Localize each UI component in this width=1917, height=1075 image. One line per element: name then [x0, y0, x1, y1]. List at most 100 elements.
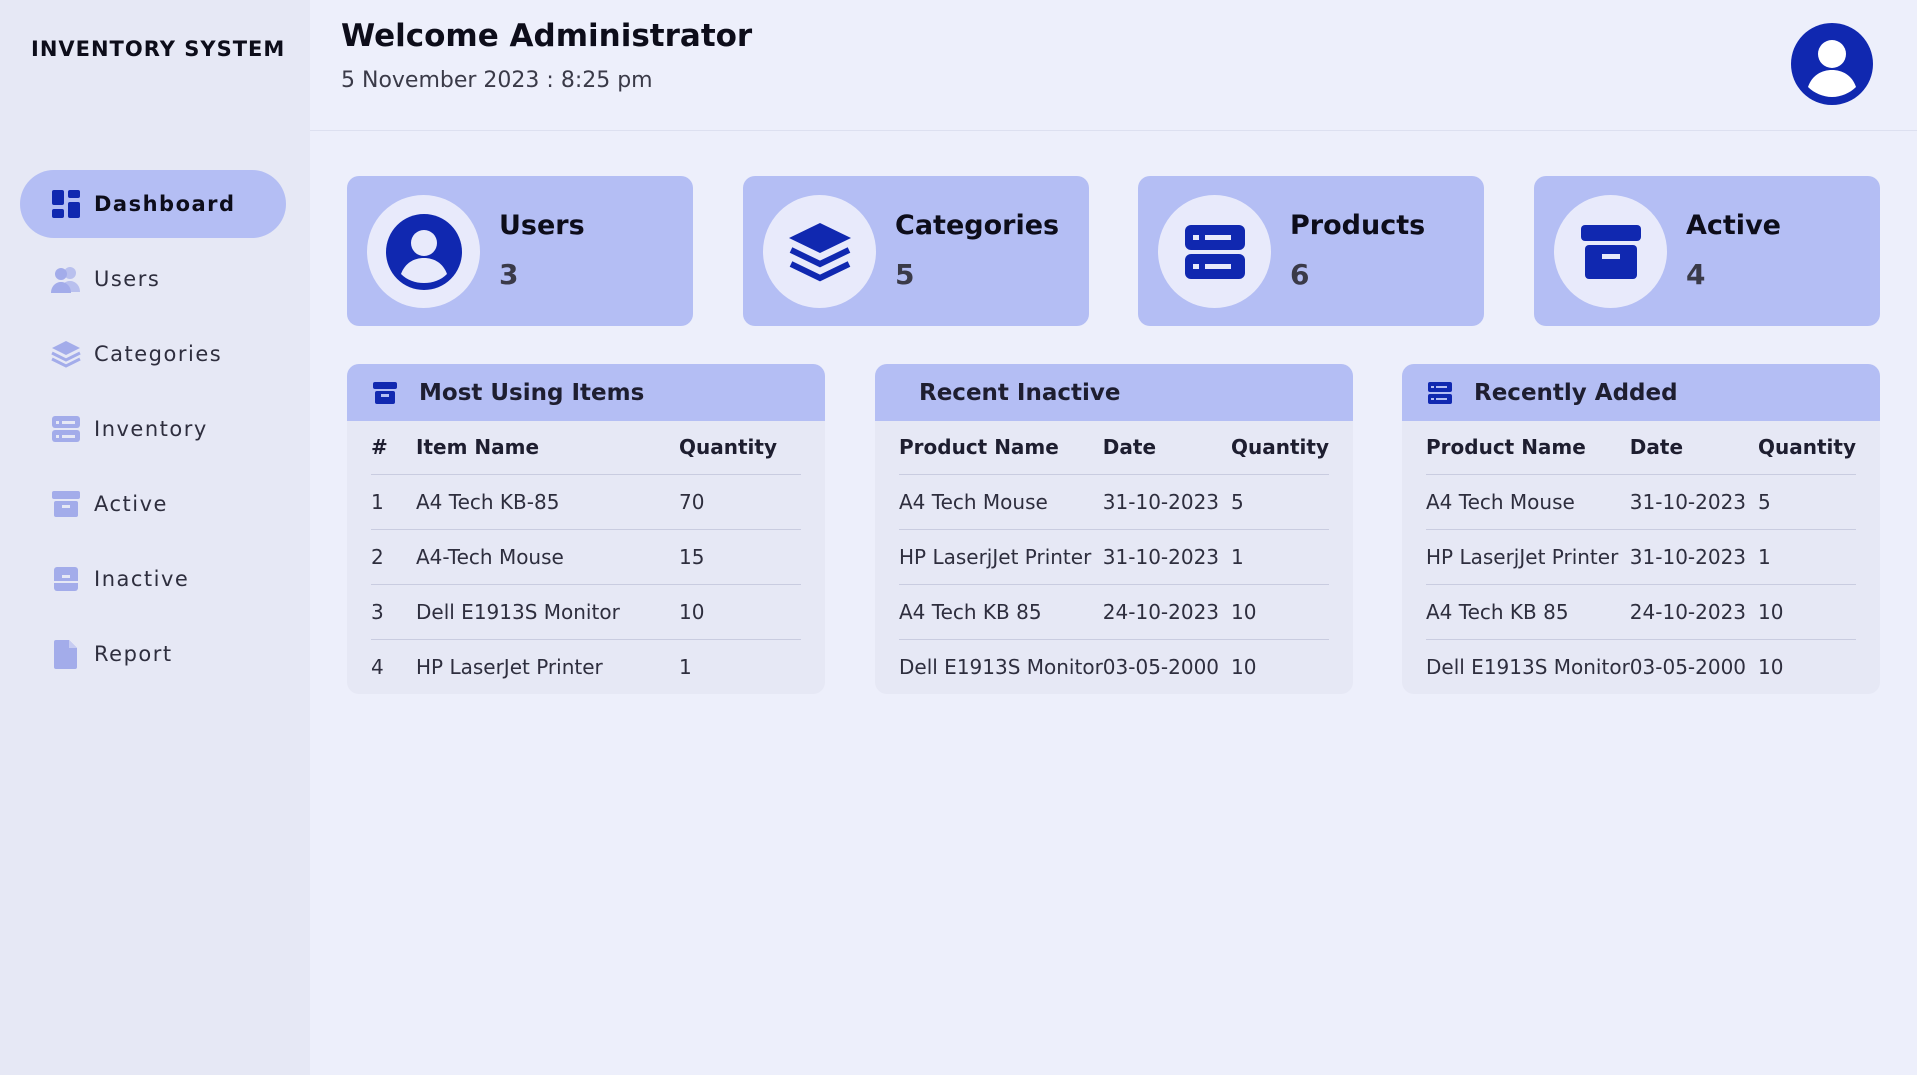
table-cell: 31-10-2023	[1102, 474, 1231, 530]
sidebar-item-label: Report	[94, 642, 173, 666]
column-header: Product Name	[899, 421, 1103, 475]
table-cell: 31-10-2023	[1102, 529, 1231, 585]
stat-card-users[interactable]: Users 3	[347, 176, 693, 326]
sidebar-item-label: Inventory	[94, 417, 208, 441]
sidebar-item-active[interactable]: Active	[20, 470, 286, 538]
table-row[interactable]: 3 Dell E1913S Monitor 10	[371, 584, 801, 640]
server-icon	[1426, 379, 1454, 407]
archive-icon	[50, 488, 82, 520]
sidebar-item-inventory[interactable]: Inventory	[20, 395, 286, 463]
table-cell: 10	[1231, 639, 1329, 694]
archive-icon	[371, 379, 399, 407]
table-cell: HP LaserjJet Printer	[899, 529, 1103, 585]
datetime-label: 5 November 2023 : 8:25 pm	[341, 68, 653, 93]
table-row[interactable]: Dell E1913S Monitor 03-05-2000 10	[899, 639, 1329, 694]
stat-value: 6	[1290, 258, 1310, 291]
table-cell: 5	[1231, 474, 1329, 530]
column-header: Quantity	[679, 421, 801, 475]
document-icon	[50, 638, 82, 670]
table-cell: 10	[1758, 639, 1856, 694]
table-cell: Dell E1913S Monitor	[899, 639, 1103, 694]
panel-header: Recent Inactive	[875, 364, 1353, 421]
column-header: Date	[1102, 421, 1231, 475]
stat-card-active[interactable]: Active 4	[1534, 176, 1880, 326]
user-avatar-icon[interactable]	[1791, 23, 1873, 105]
table-row[interactable]: 4 HP LaserJet Printer 1	[371, 639, 801, 694]
table-cell: 70	[679, 474, 801, 530]
stat-card-categories[interactable]: Categories 5	[743, 176, 1089, 326]
stat-card-products[interactable]: Products 6	[1138, 176, 1484, 326]
sidebar-item-label: Dashboard	[94, 192, 236, 216]
table-cell: 2	[371, 529, 416, 585]
recent-inactive-panel: Recent Inactive Product Name Date Quanti…	[875, 364, 1353, 694]
user-icon	[367, 195, 480, 308]
column-header: Quantity	[1758, 421, 1856, 475]
most-using-table: # Item Name Quantity 1 A4 Tech KB-85 70 …	[371, 421, 801, 694]
table-cell: HP LaserjJet Printer	[1426, 529, 1630, 585]
archive-icon	[1554, 195, 1667, 308]
sidebar: INVENTORY SYSTEM Dashboard Users Categor…	[0, 0, 310, 1075]
table-header-row: Product Name Date Quantity	[1426, 421, 1856, 475]
table-cell: 4	[371, 639, 416, 694]
panel-title: Recently Added	[1474, 379, 1678, 406]
table-row[interactable]: A4 Tech Mouse 31-10-2023 5	[899, 474, 1329, 530]
table-row[interactable]: 2 A4-Tech Mouse 15	[371, 529, 801, 585]
column-header: Product Name	[1426, 421, 1630, 475]
table-cell: 24-10-2023	[1102, 584, 1231, 640]
dashboard-icon	[50, 188, 82, 220]
column-header: Quantity	[1231, 421, 1329, 475]
layers-icon	[763, 195, 876, 308]
stat-value: 5	[895, 258, 915, 291]
sidebar-item-report[interactable]: Report	[20, 620, 286, 688]
sidebar-item-label: Categories	[94, 342, 223, 366]
most-using-items-panel: Most Using Items # Item Name Quantity 1 …	[347, 364, 825, 694]
table-row[interactable]: 1 A4 Tech KB-85 70	[371, 474, 801, 530]
table-cell: 3	[371, 584, 416, 640]
sidebar-item-inactive[interactable]: Inactive	[20, 545, 286, 613]
table-header-row: Product Name Date Quantity	[899, 421, 1329, 475]
layers-icon	[50, 338, 82, 370]
table-header-row: # Item Name Quantity	[371, 421, 801, 475]
table-cell: A4 Tech KB 85	[899, 584, 1103, 640]
server-icon	[1158, 195, 1271, 308]
table-cell: 1	[371, 474, 416, 530]
table-cell: 10	[679, 584, 801, 640]
archive-icon	[50, 563, 82, 595]
table-cell: A4 Tech Mouse	[899, 474, 1103, 530]
table-row[interactable]: A4 Tech KB 85 24-10-2023 10	[899, 584, 1329, 640]
table-row[interactable]: Dell E1913S Monitor 03-05-2000 10	[1426, 639, 1856, 694]
stat-title: Products	[1290, 210, 1426, 241]
table-cell: HP LaserJet Printer	[416, 639, 679, 694]
server-icon	[50, 413, 82, 445]
panel-title: Recent Inactive	[919, 379, 1121, 406]
column-header: Item Name	[416, 421, 679, 475]
table-cell: 31-10-2023	[1629, 474, 1758, 530]
table-row[interactable]: A4 Tech Mouse 31-10-2023 5	[1426, 474, 1856, 530]
table-cell: 03-05-2000	[1102, 639, 1231, 694]
app-title: INVENTORY SYSTEM	[31, 37, 286, 61]
sidebar-item-users[interactable]: Users	[20, 245, 286, 313]
panel-header: Recently Added	[1402, 364, 1880, 421]
table-cell: 1	[1758, 529, 1856, 585]
recently-added-table: Product Name Date Quantity A4 Tech Mouse…	[1426, 421, 1856, 694]
table-row[interactable]: HP LaserjJet Printer 31-10-2023 1	[1426, 529, 1856, 585]
recent-inactive-table: Product Name Date Quantity A4 Tech Mouse…	[899, 421, 1329, 694]
page-title: Welcome Administrator	[341, 18, 753, 54]
stat-value: 3	[499, 258, 519, 291]
sidebar-item-dashboard[interactable]: Dashboard	[20, 170, 286, 238]
table-cell: 1	[1231, 529, 1329, 585]
table-cell: 15	[679, 529, 801, 585]
table-cell: A4-Tech Mouse	[416, 529, 679, 585]
table-cell: Dell E1913S Monitor	[1426, 639, 1630, 694]
recently-added-panel: Recently Added Product Name Date Quantit…	[1402, 364, 1880, 694]
table-cell: 10	[1758, 584, 1856, 640]
sidebar-nav: Dashboard Users Categories Inventory Act…	[20, 170, 286, 695]
table-row[interactable]: A4 Tech KB 85 24-10-2023 10	[1426, 584, 1856, 640]
table-cell: 1	[679, 639, 801, 694]
table-row[interactable]: HP LaserjJet Printer 31-10-2023 1	[899, 529, 1329, 585]
table-cell: 03-05-2000	[1629, 639, 1758, 694]
sidebar-item-label: Users	[94, 267, 161, 291]
sidebar-item-categories[interactable]: Categories	[20, 320, 286, 388]
column-header: Date	[1629, 421, 1758, 475]
sidebar-item-label: Active	[94, 492, 168, 516]
